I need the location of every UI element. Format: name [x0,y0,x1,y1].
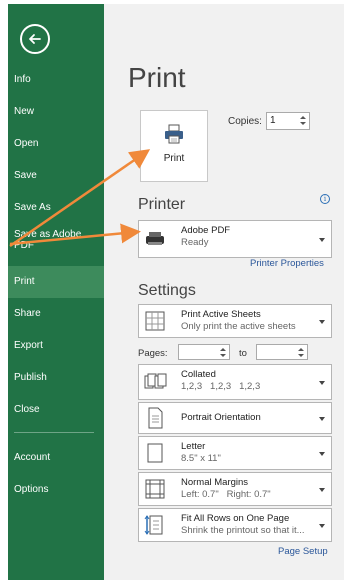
copies-label: Copies: [228,116,262,127]
setting-title: Fit All Rows on One Page [181,513,290,524]
print-button-label: Print [163,153,185,164]
printer-icon [165,124,183,144]
copies-spinner[interactable] [299,114,307,128]
fit-rows-icon [144,515,163,535]
print-what-dropdown[interactable]: Print Active Sheets Only print the activ… [138,304,332,338]
margins-icon [145,479,165,499]
pages-label: Pages: [138,348,168,359]
collation-dropdown[interactable]: Collated 1,2,3 1,2,3 1,2,3 [138,364,332,400]
sidebar-item-print[interactable]: Print [8,266,104,298]
chevron-down-icon [319,238,325,242]
chevron-down-icon [319,417,325,421]
margins-dropdown[interactable]: Normal Margins Left: 0.7" Right: 0.7" [138,472,332,506]
paper-size-dropdown[interactable]: Letter 8.5" x 11" [138,436,332,470]
pages-from-spinner[interactable] [219,346,227,360]
sidebar-item-account[interactable]: Account [8,442,104,474]
backstage-window: Info New Open Save Save As Save as Adobe… [0,0,360,580]
print-button[interactable]: Print [140,110,208,182]
sidebar-item-close[interactable]: Close [8,394,104,426]
sidebar-item-export[interactable]: Export [8,330,104,362]
copies-input[interactable]: 1 [266,112,310,130]
pages-to-spinner[interactable] [297,346,305,360]
printer-name: Adobe PDF [181,225,231,236]
pages-from-input[interactable] [178,344,230,360]
setting-title: Normal Margins [181,477,249,488]
sidebar-item-publish[interactable]: Publish [8,362,104,394]
chevron-down-icon [319,381,325,385]
back-arrow-icon [29,34,41,44]
sidebar-item-open[interactable]: Open [8,128,104,160]
chevron-down-icon [319,488,325,492]
back-button[interactable] [20,24,50,54]
setting-subtitle: 1,2,3 1,2,3 1,2,3 [181,381,261,392]
setting-title: Letter [181,441,206,452]
page-title: Print [128,62,186,93]
sidebar-item-new[interactable]: New [8,96,104,128]
sidebar-item-save[interactable]: Save [8,160,104,192]
setting-title: Collated [181,369,216,380]
setting-title: Portrait Orientation [181,412,261,423]
sheet-grid-icon [145,311,165,331]
copies-value: 1 [270,115,276,126]
printer-device-icon [146,232,164,245]
paper-size-icon [147,443,163,463]
pages-to-input[interactable] [256,344,308,360]
setting-subtitle: Only print the active sheets [181,321,296,332]
setting-subtitle: Shrink the printout so that it... [181,525,305,536]
setting-subtitle: 8.5" x 11" [181,453,221,464]
chevron-down-icon [319,524,325,528]
page-setup-link[interactable]: Page Setup [278,546,328,557]
chevron-down-icon [319,320,325,324]
portrait-page-icon [148,407,163,429]
printer-properties-link[interactable]: Printer Properties [250,258,324,269]
sidebar-divider [14,432,94,433]
backstage-sidebar: Info New Open Save Save As Save as Adobe… [8,4,104,580]
collated-pages-icon [144,373,167,389]
printer-section-title: Printer [138,196,186,213]
sidebar-item-share[interactable]: Share [8,298,104,330]
sidebar-item-info[interactable]: Info [8,64,104,96]
printer-dropdown[interactable]: Adobe PDF Ready [138,220,332,258]
setting-subtitle: Left: 0.7" Right: 0.7" [181,489,271,500]
sidebar-item-options[interactable]: Options [8,474,104,506]
print-pane: Print Print Copies: 1 Printer i Adobe PD… [104,4,344,580]
printer-status: Ready [181,237,209,248]
setting-title: Print Active Sheets [181,309,261,320]
settings-section-title: Settings [138,282,196,299]
to-label: to [239,348,247,359]
sidebar-item-save-as[interactable]: Save As [8,192,104,224]
scaling-dropdown[interactable]: Fit All Rows on One Page Shrink the prin… [138,508,332,542]
chevron-down-icon [319,452,325,456]
orientation-dropdown[interactable]: Portrait Orientation [138,402,332,434]
info-icon[interactable]: i [320,194,330,204]
sidebar-item-save-as-adobe-pdf[interactable]: Save as Adobe PDF [8,224,98,256]
